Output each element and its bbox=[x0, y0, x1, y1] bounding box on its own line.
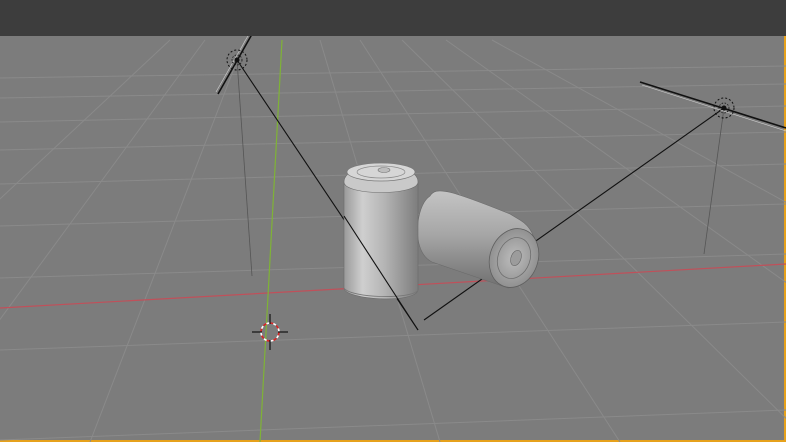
can-standing[interactable] bbox=[343, 162, 419, 300]
viewport-header-bar[interactable] bbox=[0, 0, 786, 36]
can-lying[interactable] bbox=[417, 190, 547, 295]
viewport-canvas[interactable] bbox=[0, 36, 786, 442]
blender-3d-viewport-window bbox=[0, 0, 786, 442]
3d-cursor-icon[interactable] bbox=[252, 314, 288, 350]
light-right[interactable] bbox=[423, 81, 786, 321]
light-left-drop-line bbox=[236, 59, 253, 277]
light-right-drop-line bbox=[703, 107, 725, 255]
y-axis-line bbox=[259, 39, 283, 442]
light-right-blade bbox=[639, 81, 786, 129]
3d-viewport[interactable] bbox=[0, 36, 786, 442]
